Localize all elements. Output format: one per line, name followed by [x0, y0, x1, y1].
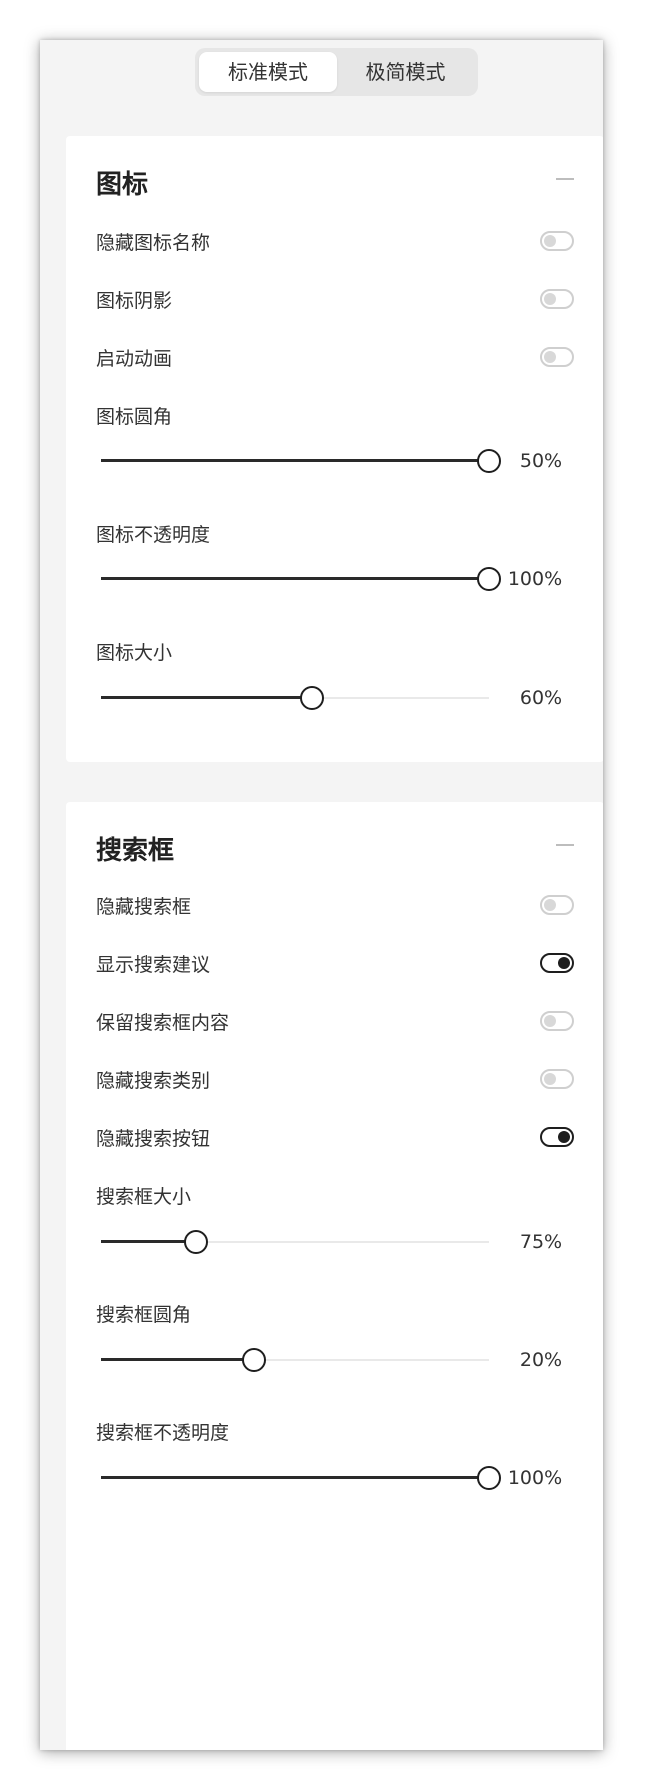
slider-label: 图标不透明度 [96, 524, 211, 546]
slider-value: 75% [519, 1231, 563, 1253]
hide-search-button-toggle[interactable] [540, 1127, 574, 1147]
slider-thumb[interactable] [242, 1348, 267, 1372]
toggle-label: 图标阴影 [96, 290, 173, 312]
toggle-label: 隐藏搜索按钮 [96, 1128, 211, 1150]
slider-thumb[interactable] [184, 1230, 209, 1254]
tab-minimal-mode[interactable]: 极简模式 [337, 52, 474, 92]
slider-thumb[interactable] [300, 686, 325, 710]
search-box-radius-slider[interactable] [101, 1348, 489, 1372]
toggle-label: 隐藏搜索框 [96, 896, 192, 918]
show-search-suggestions-toggle[interactable] [540, 953, 574, 973]
slider-label: 图标大小 [96, 642, 173, 664]
slider-value: 100% [507, 1467, 563, 1489]
search-box-opacity-slider[interactable] [101, 1466, 501, 1490]
hide-search-box-toggle[interactable] [540, 895, 574, 915]
toggle-label: 隐藏图标名称 [96, 232, 211, 254]
icon-opacity-slider[interactable] [101, 567, 501, 591]
slider-value: 50% [519, 450, 563, 472]
icon-size-slider[interactable] [101, 686, 489, 710]
search-settings-card: 搜索框 隐藏搜索框 显示搜索建议 保留搜索框内容 隐藏搜索类别 隐藏搜索按钮 搜… [66, 802, 603, 1750]
collapse-icon[interactable] [556, 178, 574, 180]
keep-search-content-toggle[interactable] [540, 1011, 574, 1031]
slider-label: 搜索框不透明度 [96, 1422, 230, 1444]
toggle-label: 隐藏搜索类别 [96, 1070, 211, 1092]
toggle-label: 启动动画 [96, 348, 173, 370]
slider-label: 搜索框大小 [96, 1186, 192, 1208]
slider-label: 图标圆角 [96, 406, 173, 428]
settings-panel: 标准模式 极简模式 图标 隐藏图标名称 图标阴影 启动动画 图标圆角 50% 图… [40, 40, 603, 1750]
toggle-label: 显示搜索建议 [96, 954, 211, 976]
launch-animation-toggle[interactable] [540, 347, 574, 367]
section-title-icon: 图标 [96, 170, 149, 200]
icon-radius-slider[interactable] [101, 449, 501, 473]
hide-search-category-toggle[interactable] [540, 1069, 574, 1089]
icon-settings-card: 图标 隐藏图标名称 图标阴影 启动动画 图标圆角 50% 图标不透明度 100%… [66, 136, 603, 762]
icon-shadow-toggle[interactable] [540, 289, 574, 309]
slider-value: 20% [519, 1349, 563, 1371]
slider-value: 100% [507, 568, 563, 590]
toggle-label: 保留搜索框内容 [96, 1012, 230, 1034]
collapse-icon[interactable] [556, 844, 574, 846]
slider-value: 60% [519, 687, 563, 709]
hide-icon-name-toggle[interactable] [540, 231, 574, 251]
tab-standard-mode[interactable]: 标准模式 [199, 52, 337, 92]
search-box-size-slider[interactable] [101, 1230, 489, 1254]
slider-label: 搜索框圆角 [96, 1304, 192, 1326]
section-title-search: 搜索框 [96, 836, 175, 866]
mode-switch: 标准模式 极简模式 [195, 48, 478, 96]
